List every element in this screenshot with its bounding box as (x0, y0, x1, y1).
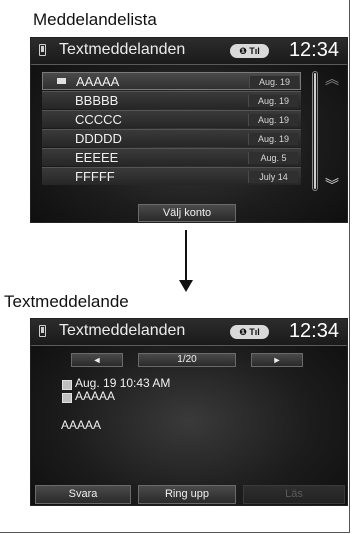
message-row[interactable]: DDDDD Aug. 19 (42, 129, 301, 147)
message-body: AAAAA (61, 418, 102, 432)
clock: 12:34 (288, 320, 339, 342)
message-sender: BBBBB (75, 93, 119, 108)
chevron-down-icon[interactable]: ︾ (325, 178, 339, 192)
message-date: Aug. 19 (249, 76, 299, 88)
message-row[interactable]: FFFFF July 14 (42, 167, 301, 185)
screen-title: Textmeddelanden (59, 41, 186, 58)
message-sender: DDDDD (75, 131, 122, 146)
section-title-text-message: Textmeddelande (4, 292, 129, 311)
select-account-button[interactable]: Välj konto (138, 204, 236, 222)
read-button[interactable]: Läs (243, 485, 345, 504)
message-sender: CCCCC (75, 112, 122, 127)
top-bar: Textmeddelanden ❶ Tıl 12:34 (31, 319, 347, 346)
phone-icon (39, 44, 46, 56)
reply-button[interactable]: Svara (35, 485, 131, 504)
bluetooth-signal-status: ❶ Tıl (230, 44, 269, 58)
envelope-icon (57, 78, 66, 84)
bluetooth-signal-status: ❶ Tıl (230, 325, 269, 339)
flow-arrow (185, 230, 187, 282)
section-title-message-list: Meddelandelista (33, 10, 157, 29)
message-date: Aug. 19 (248, 114, 298, 126)
next-message-button[interactable]: ► (251, 353, 303, 367)
message-sender: EEEEE (75, 150, 119, 165)
message-row[interactable]: CCCCC Aug. 19 (42, 110, 301, 128)
phone-icon (39, 325, 46, 337)
message-list-screen: Textmeddelanden ❶ Tıl 12:34 AAAAA Aug. 1… (30, 37, 348, 223)
scrollbar-thumb[interactable] (314, 73, 316, 189)
chevron-up-icon[interactable]: ︽ (325, 72, 339, 86)
message-page-indicator: 1/20 (138, 353, 236, 367)
message-row[interactable]: BBBBB Aug. 19 (42, 91, 301, 109)
message-sender: AAAAA (76, 74, 120, 89)
top-bar: Textmeddelanden ❶ Tıl 12:34 (31, 38, 347, 65)
message-date: July 14 (248, 171, 298, 183)
message-sender: AAAAA (75, 389, 116, 403)
scrollbar[interactable] (312, 71, 318, 191)
message-detail-screen: Textmeddelanden ❶ Tıl 12:34 ◄ 1/20 ► Aug… (30, 318, 348, 506)
message-sender: FFFFF (75, 169, 115, 184)
arrow-down-icon (179, 280, 193, 292)
clock: 12:34 (288, 39, 339, 61)
message-row[interactable]: EEEEE Aug. 5 (42, 148, 301, 166)
previous-message-button[interactable]: ◄ (71, 353, 123, 367)
message-date: Aug. 5 (248, 152, 298, 164)
message-row[interactable]: AAAAA Aug. 19 (42, 72, 301, 90)
clock-icon (62, 380, 72, 390)
call-button[interactable]: Ring upp (138, 485, 236, 504)
screen-title: Textmeddelanden (59, 322, 186, 339)
message-date: Aug. 19 (248, 133, 298, 145)
message-date: Aug. 19 (248, 95, 298, 107)
contact-icon (62, 393, 72, 403)
